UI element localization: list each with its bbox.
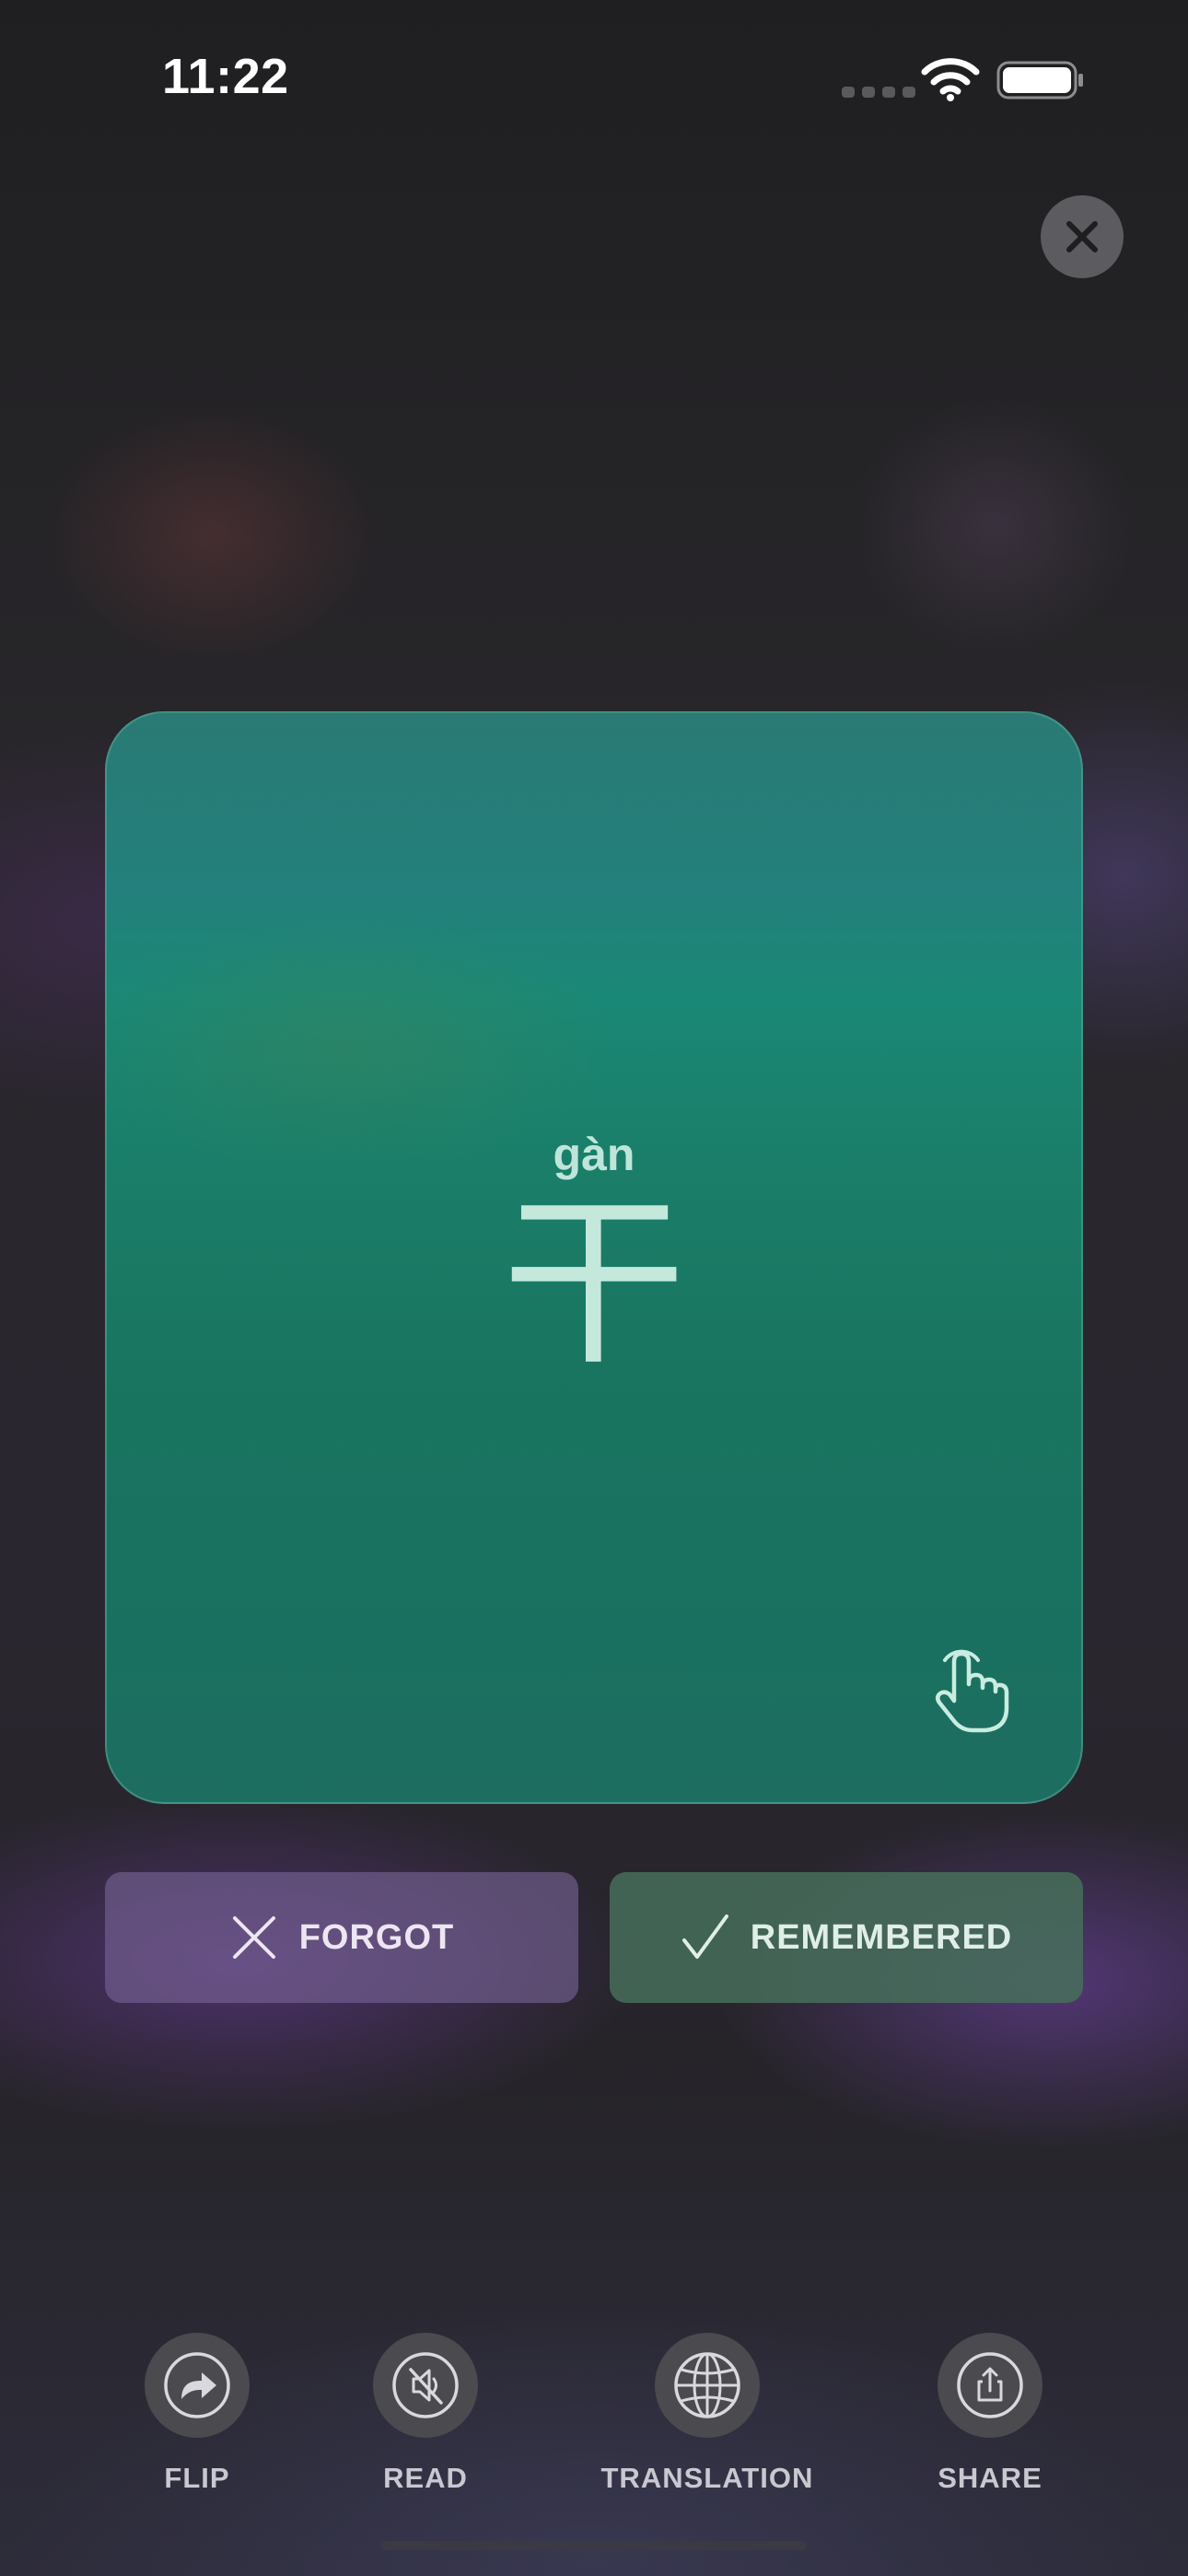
translation-label: TRANSLATION xyxy=(600,2462,814,2494)
share-label: SHARE xyxy=(938,2462,1042,2494)
toolbar-translation-button[interactable]: TRANSLATION xyxy=(601,2333,814,2495)
flashcard[interactable]: gàn 干 xyxy=(105,711,1083,1804)
speaker-muted-icon xyxy=(392,2352,459,2418)
checkmark-icon xyxy=(681,1914,728,1959)
forgot-label: FORGOT xyxy=(298,1917,455,1957)
status-time: 11:22 xyxy=(162,49,289,104)
remembered-button[interactable]: REMEMBERED xyxy=(610,1872,1083,2003)
close-button[interactable] xyxy=(1041,195,1124,278)
globe-icon xyxy=(674,2352,740,2418)
tap-hand-icon xyxy=(936,1649,1009,1733)
x-icon xyxy=(232,1916,275,1959)
flip-arrow-icon xyxy=(164,2352,230,2418)
flip-label: FLIP xyxy=(164,2462,230,2494)
toolbar-share-button[interactable]: SHARE xyxy=(938,2333,1042,2495)
remembered-label: REMEMBERED xyxy=(750,1917,1013,1957)
battery-icon xyxy=(996,61,1083,100)
chinese-character: 干 xyxy=(501,1177,686,1391)
read-label: READ xyxy=(383,2462,468,2494)
home-indicator[interactable] xyxy=(381,2541,807,2550)
close-icon xyxy=(1066,221,1098,252)
cellular-signal-icon xyxy=(842,87,915,98)
toolbar-flip-button[interactable]: FLIP xyxy=(145,2333,250,2495)
wifi-icon xyxy=(921,58,980,101)
share-icon xyxy=(957,2352,1023,2418)
pinyin-text: gàn xyxy=(553,1129,635,1180)
forgot-button[interactable]: FORGOT xyxy=(105,1872,578,2003)
toolbar-read-button[interactable]: READ xyxy=(373,2333,478,2495)
